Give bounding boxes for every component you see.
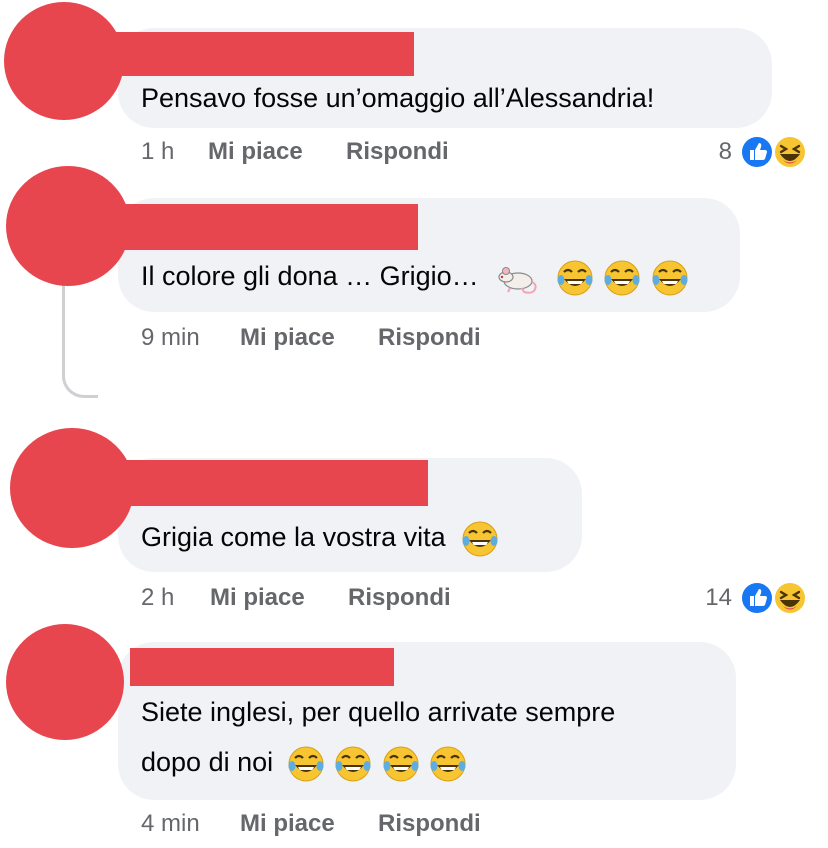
like-button[interactable]: Mi piace [208,138,303,166]
comment-text: Pensavo fosse un’omaggio all’Alessandria… [141,83,655,113]
reaction-icons[interactable] [740,134,808,169]
like-button[interactable]: Mi piace [240,324,335,352]
comment-text-content: Grigia come la vostra vita [141,522,446,552]
like-button[interactable]: Mi piace [240,810,335,838]
laughing-emoji [556,259,594,297]
like-icon [740,581,807,615]
reply-thread-line [62,285,98,398]
comment-text-content: Il colore gli dona … Grigio… [141,261,479,291]
redacted-author-name [110,204,418,250]
redacted-author-name [130,648,394,686]
laughing-emoji [382,745,420,783]
comment-time[interactable]: 1 h [141,138,174,166]
comment-text-line-1: Siete inglesi, per quello arrivate sempr… [141,697,616,727]
comment-text: Grigia come la vostra vita [141,515,499,559]
reply-button[interactable]: Rispondi [348,584,451,612]
reaction-count[interactable]: 8 [690,138,732,166]
avatar[interactable] [6,624,124,740]
redacted-author-name [110,460,428,506]
laughing-emoji [461,520,499,558]
comment-text-content: dopo di noi [141,747,274,777]
reaction-icons[interactable] [740,580,808,615]
comment-text-line-2: dopo di noi [141,740,467,784]
laughing-emoji [429,745,467,783]
like-button[interactable]: Mi piace [210,584,305,612]
redacted-author-name [100,32,414,76]
laughing-emoji [603,259,641,297]
reply-button[interactable]: Rispondi [378,324,481,352]
comment-text: Il colore gli dona … Grigio… [141,254,689,298]
reply-button[interactable]: Rispondi [378,810,481,838]
reaction-count[interactable]: 14 [682,584,732,612]
rat-emoji [494,261,540,295]
reply-button[interactable]: Rispondi [346,138,449,166]
laughing-emoji [287,745,325,783]
laughing-emoji [334,745,372,783]
laughing-emoji [651,259,689,297]
comment-time[interactable]: 4 min [141,810,200,838]
comment-time[interactable]: 2 h [141,584,174,612]
like-icon [740,135,807,169]
comment-time[interactable]: 9 min [141,324,200,352]
